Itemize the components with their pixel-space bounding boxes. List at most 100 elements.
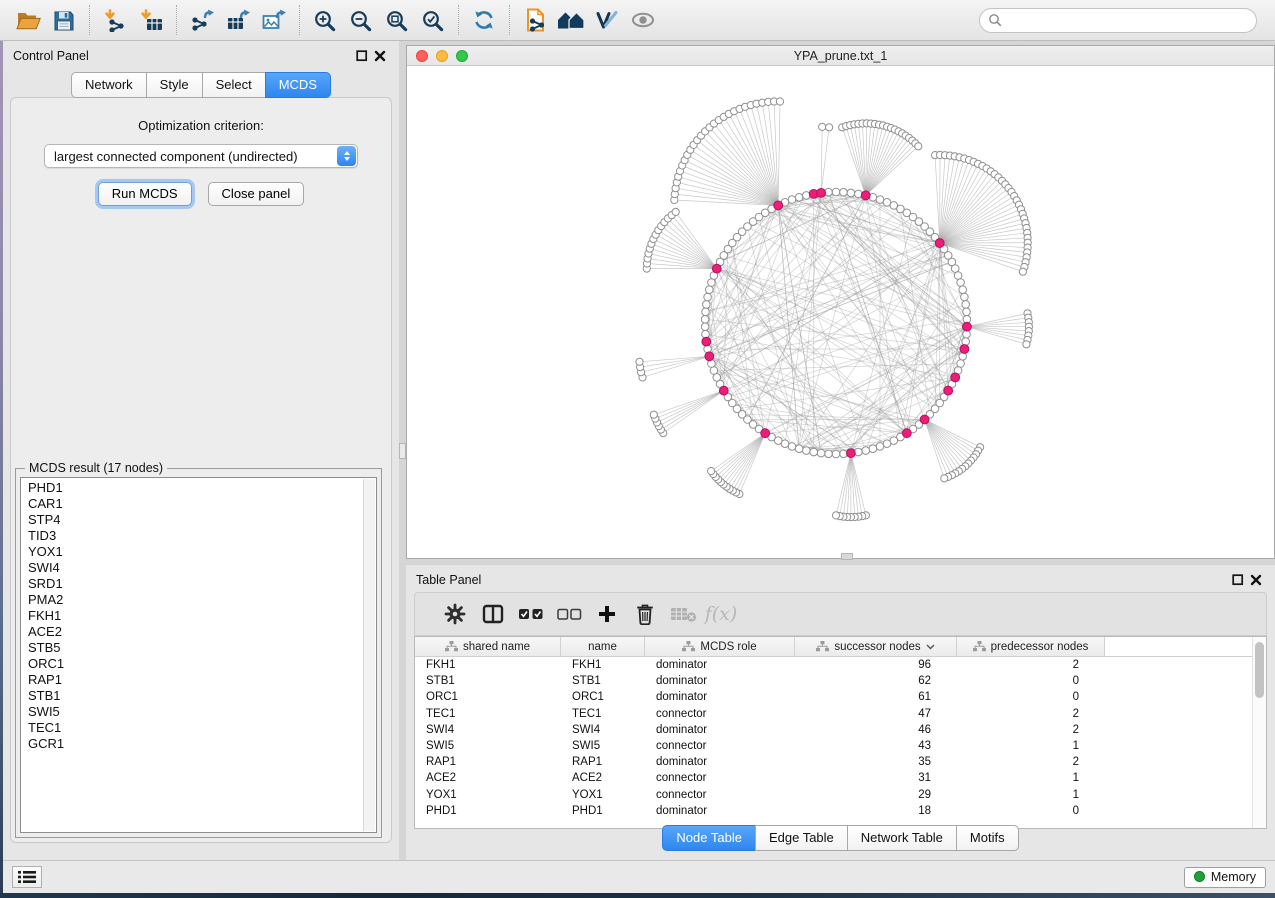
network-node[interactable] <box>795 445 803 453</box>
export-image-button[interactable] <box>256 3 292 37</box>
table-row[interactable]: FKH1FKH1dominator962 <box>415 657 1266 673</box>
close-panel-button[interactable] <box>371 48 389 64</box>
leaf-node[interactable] <box>1019 268 1026 275</box>
mcds-hub-node[interactable] <box>702 337 711 346</box>
mcds-result-item[interactable]: STB5 <box>28 640 376 656</box>
close-panel-button-mcds[interactable]: Close panel <box>208 182 305 206</box>
mcds-result-item[interactable]: ORC1 <box>28 656 376 672</box>
mcds-result-item[interactable]: SWI4 <box>28 560 376 576</box>
tab-network[interactable]: Network <box>71 72 147 98</box>
tab-select[interactable]: Select <box>202 72 266 98</box>
network-node[interactable] <box>788 443 796 451</box>
table-row[interactable]: SWI5SWI5connector431 <box>415 738 1266 754</box>
mcds-hub-node[interactable] <box>761 429 770 438</box>
tab-edge-table[interactable]: Edge Table <box>755 825 848 851</box>
table-row[interactable]: SWI4SWI4dominator462 <box>415 722 1266 738</box>
mcds-hub-node[interactable] <box>712 264 721 273</box>
leaf-node[interactable] <box>915 143 922 150</box>
network-node[interactable] <box>962 301 970 309</box>
mcds-hub-node[interactable] <box>774 201 783 210</box>
table-row[interactable]: RAP1RAP1dominator352 <box>415 754 1266 770</box>
mcds-result-item[interactable]: PHD1 <box>28 480 376 496</box>
zoom-selected-button[interactable] <box>415 3 451 37</box>
leaf-node[interactable] <box>776 98 783 105</box>
mcds-hub-node[interactable] <box>951 373 960 382</box>
network-canvas-container[interactable] <box>407 67 1274 558</box>
column-header-shared-name[interactable]: shared name <box>415 637 561 656</box>
mcds-result-item[interactable]: FKH1 <box>28 608 376 624</box>
eye-button[interactable] <box>625 3 661 37</box>
network-node[interactable] <box>962 338 970 346</box>
search-input[interactable] <box>1007 13 1248 27</box>
leaf-node[interactable] <box>708 468 715 475</box>
leaf-node[interactable] <box>650 411 657 418</box>
network-node[interactable] <box>702 308 710 316</box>
network-node[interactable] <box>961 293 969 301</box>
network-node[interactable] <box>862 447 870 455</box>
network-node[interactable] <box>876 196 884 204</box>
import-table-button[interactable] <box>133 3 169 37</box>
network-node[interactable] <box>883 440 891 448</box>
network-node[interactable] <box>963 308 971 316</box>
add-button[interactable] <box>588 596 626 632</box>
mcds-hub-node[interactable] <box>960 345 969 354</box>
float-panel-button[interactable] <box>353 48 371 64</box>
import-network-button[interactable] <box>97 3 133 37</box>
table-row[interactable]: STB1STB1dominator620 <box>415 673 1266 689</box>
network-node[interactable] <box>788 196 796 204</box>
mcds-list-scrollbar[interactable] <box>363 479 375 831</box>
mcds-hub-node[interactable] <box>817 189 826 198</box>
houses-button[interactable] <box>553 3 589 37</box>
network-node[interactable] <box>708 279 716 287</box>
leaf-node[interactable] <box>832 512 839 519</box>
leaf-node[interactable] <box>1023 341 1030 348</box>
network-node[interactable] <box>706 286 714 294</box>
mcds-result-item[interactable]: YOX1 <box>28 544 376 560</box>
tab-style[interactable]: Style <box>146 72 203 98</box>
refresh-button[interactable] <box>466 3 502 37</box>
run-mcds-button[interactable]: Run MCDS <box>98 182 192 206</box>
document-share-button[interactable] <box>517 3 553 37</box>
network-node[interactable] <box>810 448 818 456</box>
mcds-result-item[interactable]: SWI5 <box>28 704 376 720</box>
network-node[interactable] <box>832 450 840 458</box>
mcds-result-item[interactable]: ACE2 <box>28 624 376 640</box>
open-folder-button[interactable] <box>10 3 46 37</box>
leaf-node[interactable] <box>941 475 948 482</box>
mcds-hub-node[interactable] <box>944 386 953 395</box>
network-node[interactable] <box>832 188 840 196</box>
export-network-button[interactable] <box>184 3 220 37</box>
network-node[interactable] <box>795 194 803 202</box>
network-node[interactable] <box>840 188 848 196</box>
leaf-node[interactable] <box>636 358 643 365</box>
network-node[interactable] <box>954 272 962 280</box>
select-all-button[interactable] <box>512 596 550 632</box>
network-node[interactable] <box>701 316 709 324</box>
column-header-MCDS-role[interactable]: MCDS role <box>645 637 795 656</box>
leaf-node[interactable] <box>826 124 833 131</box>
network-node[interactable] <box>710 367 718 375</box>
zoom-fit-button[interactable] <box>379 3 415 37</box>
network-node[interactable] <box>847 189 855 197</box>
mcds-result-item[interactable]: TID3 <box>28 528 376 544</box>
network-node[interactable] <box>869 445 877 453</box>
mcds-result-item[interactable]: GCR1 <box>28 736 376 752</box>
leaf-node[interactable] <box>819 123 826 130</box>
network-canvas[interactable] <box>407 67 1273 558</box>
column-header-name[interactable]: name <box>561 637 645 656</box>
network-node[interactable] <box>957 279 965 287</box>
column-header-successor-nodes[interactable]: successor nodes <box>795 637 957 656</box>
network-node[interactable] <box>957 360 965 368</box>
network-node[interactable] <box>704 293 712 301</box>
leaf-node[interactable] <box>672 208 679 215</box>
mcds-hub-node[interactable] <box>719 386 728 395</box>
network-node[interactable] <box>701 323 709 331</box>
mcds-result-item[interactable]: STP4 <box>28 512 376 528</box>
tab-node-table[interactable]: Node Table <box>662 825 756 851</box>
mcds-result-item[interactable]: STB1 <box>28 688 376 704</box>
export-table-button[interactable] <box>220 3 256 37</box>
mcds-hub-node[interactable] <box>705 352 714 361</box>
delete-button[interactable] <box>626 596 664 632</box>
mcds-hub-node[interactable] <box>963 322 972 331</box>
float-table-panel-button[interactable] <box>1229 572 1247 588</box>
